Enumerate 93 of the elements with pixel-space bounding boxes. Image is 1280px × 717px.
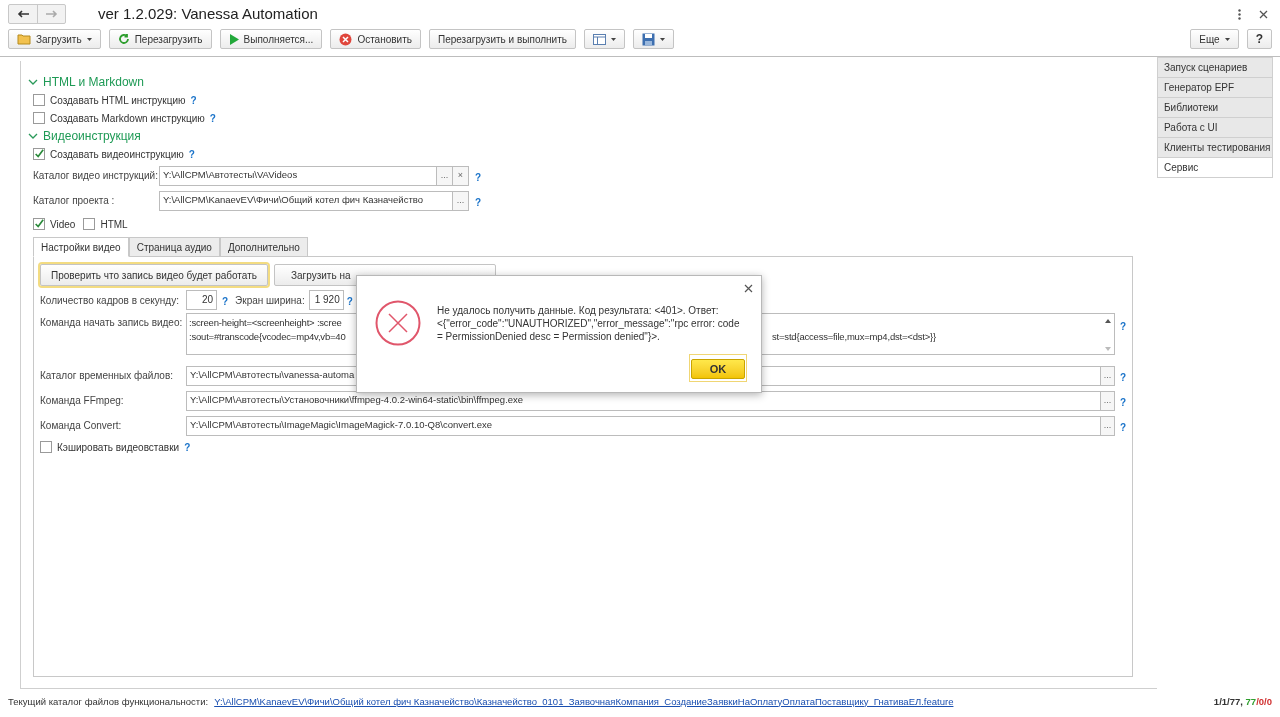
dropdown-button[interactable] [583, 29, 625, 49]
checkbox[interactable] [83, 218, 96, 230]
help-link[interactable]: ? [188, 146, 195, 162]
help-link[interactable]: ? [1120, 321, 1127, 332]
checkbox-label[interactable]: Video [50, 216, 76, 232]
field-button[interactable]: ... [1100, 391, 1114, 410]
command-text: :screen-height=<screenheight> :scree [189, 317, 342, 328]
checkbox-label[interactable]: HTML [100, 216, 128, 232]
checkbox-label[interactable]: Создавать Markdown инструкцию [50, 110, 205, 126]
field-label: Каталог временных файлов: [40, 369, 174, 383]
side-tab[interactable]: Библиотеки [1157, 97, 1273, 118]
checkbox-label[interactable]: Создавать видеоинструкцию [50, 146, 184, 162]
chevron-icon[interactable] [28, 132, 38, 140]
field-button[interactable]: ... [1100, 366, 1114, 385]
toolbar-button[interactable]: Перезагрузить [108, 29, 212, 49]
help-button[interactable]: ? [1246, 29, 1272, 49]
path-field[interactable]: Y:\AllCPM\KanaevEV\Фичи\Общий котел фич Казначейство ... [159, 190, 469, 211]
number-field[interactable]: 20 [186, 290, 217, 310]
help-link[interactable]: ? [1120, 421, 1127, 433]
more-icon[interactable] [1238, 8, 1241, 20]
arrow-right-icon [45, 10, 58, 18]
section-title[interactable]: Видеоинструкция [43, 127, 141, 145]
tab[interactable]: Настройки видео [33, 237, 129, 257]
dropdown-button[interactable] [632, 29, 674, 49]
counter-text: 77 [1245, 694, 1257, 709]
help-link[interactable]: ? [346, 296, 353, 307]
field-button[interactable]: ... [452, 191, 468, 210]
checkbox[interactable] [33, 112, 45, 124]
close-icon[interactable] [744, 284, 753, 293]
counter-text: 1/1/77, [1213, 694, 1244, 709]
checkbox[interactable] [33, 148, 45, 160]
side-tab[interactable]: Сервис [1157, 157, 1273, 178]
field-button[interactable]: × [452, 166, 468, 185]
toolbar-button[interactable]: Перезагрузить и выполнить [428, 29, 576, 49]
toolbar-button[interactable]: Загрузить [8, 29, 101, 49]
field-label: Команда Convert: [40, 419, 123, 433]
feature-path-link[interactable]: Y:\AllCPM\KanaevEV\Фичи\Общий котел фич Казначейство\Казначейство_0101_ЗаявочнаяКомпания_СозданиеЗаявкиНаОплатуОплатаПоставщику_ГнативаЕЛ.feature [214, 694, 954, 709]
counter-text: /0/0 [1256, 694, 1272, 709]
caret-icon [659, 37, 665, 41]
field-label: Количество кадров в секунду: [40, 293, 180, 308]
checkbox[interactable] [33, 218, 45, 230]
section-title[interactable]: HTML и Markdown [43, 73, 144, 91]
field-button[interactable]: ... [1100, 416, 1114, 435]
help-link[interactable]: ? [209, 110, 216, 126]
side-tab[interactable]: Клиенты тестирования [1157, 137, 1273, 158]
path-field[interactable]: Y:\AllCPM\Автотесты\ImageMagic\ImageMagick-7.0.10-Q8\convert.exe ... [186, 415, 1115, 436]
play-icon [228, 33, 239, 45]
save-icon [641, 32, 655, 46]
caret-icon [610, 37, 616, 41]
help-link[interactable]: ? [475, 171, 482, 183]
refresh-icon [117, 33, 130, 45]
path-field[interactable]: Y:\AllCPM\Автотесты\VAVideos ... × [159, 165, 469, 186]
caret-icon [86, 37, 92, 41]
field-label: Каталог проекта : [33, 194, 116, 208]
toolbar-button[interactable]: Остановить [330, 29, 421, 49]
window-title: ver 1.2.029: Vanessa Automation [98, 3, 318, 24]
help-link[interactable]: ? [222, 296, 229, 307]
checkbox-label[interactable]: Кэшировать видеовставки [57, 439, 180, 455]
help-link[interactable]: ? [190, 92, 197, 108]
field-label: Команда FFmpeg: [40, 394, 125, 408]
number-field[interactable]: 1 920 [308, 290, 344, 310]
table-icon [592, 33, 606, 45]
close-icon[interactable] [1259, 9, 1268, 19]
field-label: Экран ширина: [235, 293, 305, 308]
status-label: Текущий каталог файлов функциональности: [8, 694, 209, 709]
side-tab[interactable]: Запуск сценариев [1157, 57, 1273, 78]
command-text: :sout=#transcode{vcodec=mp4v,vb=40 [189, 331, 346, 342]
field-label: Команда начать запись видео: [40, 316, 184, 330]
help-link[interactable]: ? [184, 439, 191, 455]
side-tab[interactable]: Работа с UI [1157, 117, 1273, 138]
stop-icon [339, 32, 353, 46]
chevron-icon[interactable] [28, 78, 38, 86]
action-button[interactable]: Проверить что запись видео будет работать [40, 264, 268, 286]
checkbox[interactable] [40, 441, 52, 453]
tab[interactable]: Дополнительно [219, 237, 308, 257]
caret-icon [1224, 37, 1230, 41]
field-button[interactable]: ... [436, 166, 452, 185]
checkbox[interactable] [33, 94, 45, 106]
command-text: st=std{access=file,mux=mp4,dst=<dst>}} [772, 330, 937, 344]
folder-icon [17, 33, 31, 45]
more-button[interactable]: Еще [1190, 29, 1239, 49]
error-icon [375, 300, 421, 346]
help-link[interactable]: ? [1120, 396, 1127, 408]
field-label: Каталог видео инструкций: [33, 169, 159, 183]
help-link[interactable]: ? [1120, 371, 1127, 383]
tab[interactable]: Страница аудио [128, 237, 220, 257]
arrow-left-icon [17, 10, 29, 18]
scroll-up-icon[interactable] [1105, 319, 1111, 323]
help-link[interactable]: ? [475, 196, 482, 208]
checkbox-label[interactable]: Создавать HTML инструкцию [50, 92, 186, 108]
toolbar-button[interactable]: Выполняется... [219, 29, 323, 49]
side-tab[interactable]: Генератор EPF [1157, 77, 1273, 98]
ok-button[interactable]: OK [691, 359, 745, 380]
